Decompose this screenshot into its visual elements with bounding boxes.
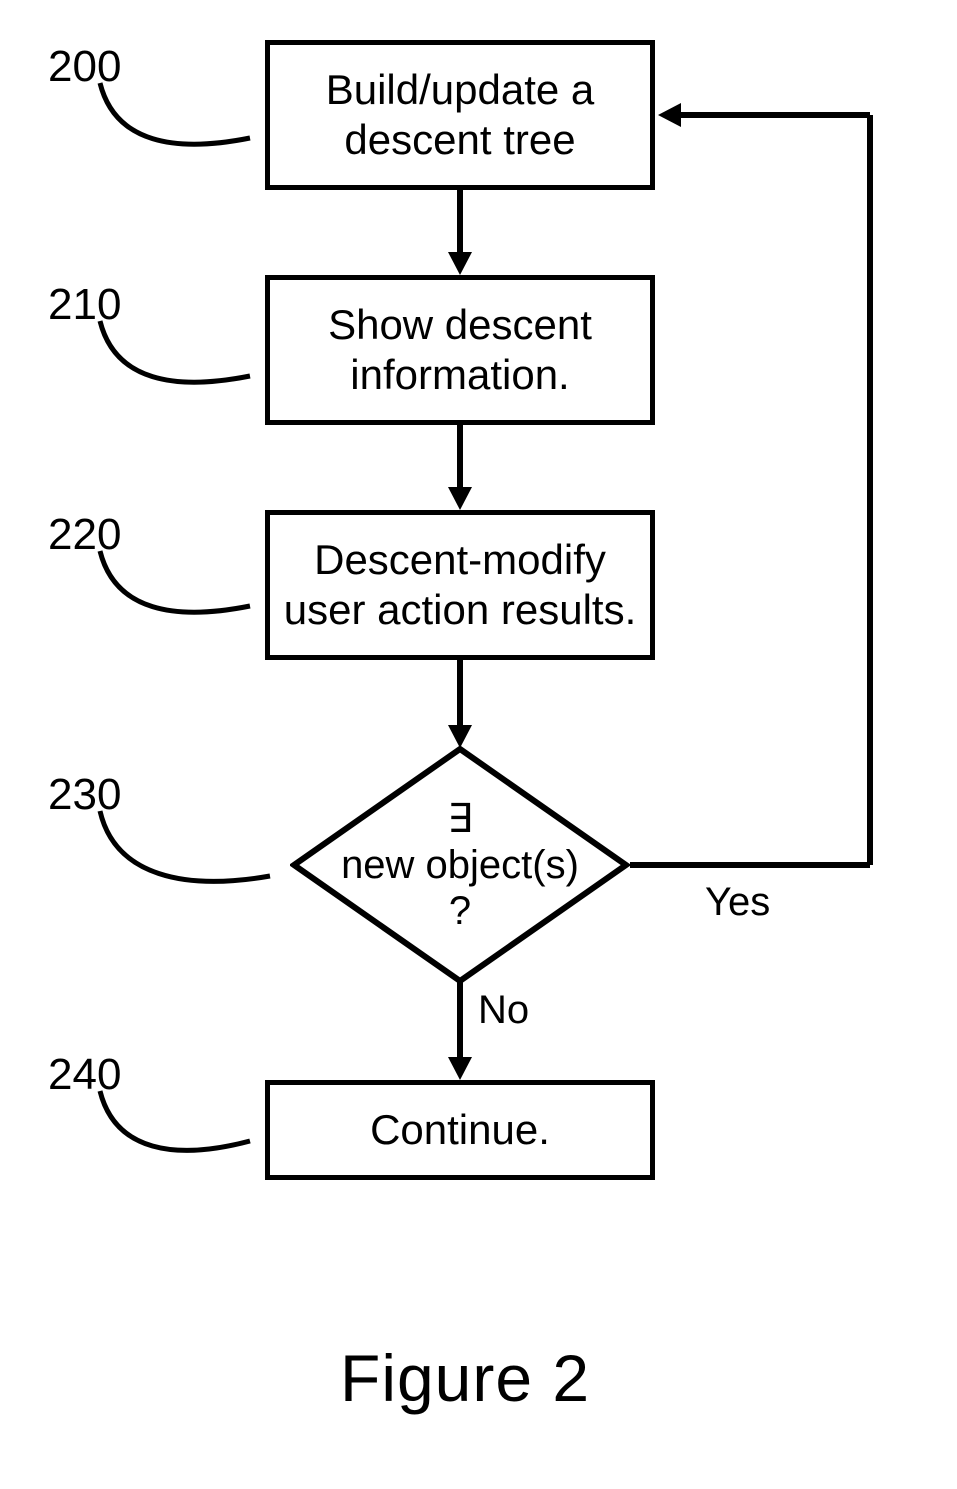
callout-210	[95, 316, 255, 406]
figure-caption: Figure 2	[340, 1340, 590, 1416]
step-230-decision: ∃ new object(s) ?	[290, 745, 630, 985]
edge-label-yes: Yes	[705, 880, 770, 925]
arrow-220-230	[445, 660, 475, 752]
flowchart-canvas: 200 210 220 230 240 Build/update a desce…	[0, 0, 957, 1489]
step-230-text: ∃ new object(s) ?	[341, 796, 579, 934]
callout-240	[95, 1086, 255, 1176]
step-220-text: Descent-modify user action results.	[284, 535, 637, 636]
callout-220	[95, 546, 255, 636]
step-200-box: Build/update a descent tree	[265, 40, 655, 190]
arrow-230-240	[445, 978, 475, 1084]
edge-label-no: No	[478, 988, 529, 1033]
arrow-210-220	[445, 425, 475, 515]
step-200-text: Build/update a descent tree	[326, 65, 595, 166]
callout-230	[95, 806, 275, 906]
step-240-box: Continue.	[265, 1080, 655, 1180]
step-210-box: Show descent information.	[265, 275, 655, 425]
step-210-text: Show descent information.	[328, 300, 592, 401]
arrow-200-210	[445, 190, 475, 280]
step-220-box: Descent-modify user action results.	[265, 510, 655, 660]
step-240-text: Continue.	[370, 1105, 550, 1155]
arrow-230-yes-loop	[620, 100, 910, 880]
callout-200	[95, 78, 255, 168]
